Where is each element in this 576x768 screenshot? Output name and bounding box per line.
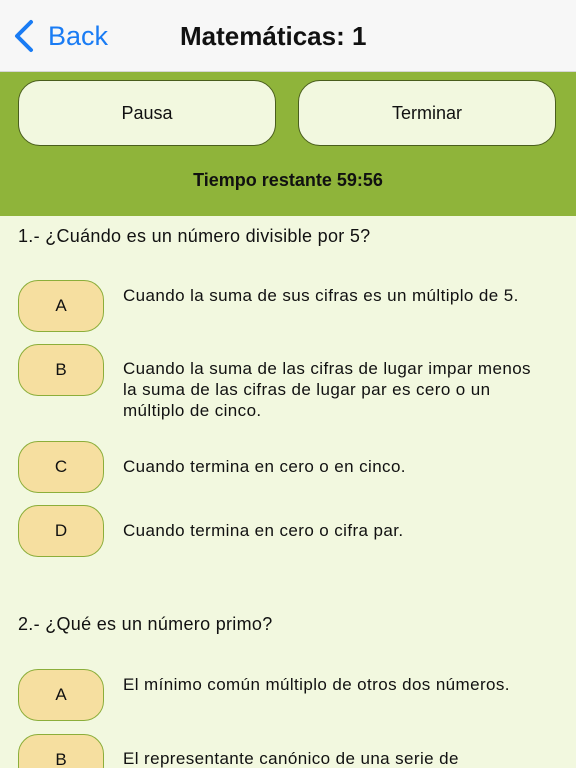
answer-d-text: Cuando termina en cero o cifra par. [123, 521, 404, 540]
answer-a-text: Cuando la suma de sus cifras es un múlti… [123, 286, 519, 305]
answer-a-text: El mínimo común múltiplo de otros dos nú… [123, 675, 510, 694]
answer-a-button[interactable]: A [18, 280, 104, 332]
back-label: Back [48, 21, 109, 51]
chevron-left-icon [12, 19, 36, 53]
answer-a-button[interactable]: A [18, 669, 104, 721]
answer-d-button[interactable]: D [18, 505, 104, 557]
answer-c-button[interactable]: C [18, 441, 104, 493]
navigation-bar: Back Matemáticas: 1 [0, 0, 576, 72]
back-button[interactable]: Back [12, 18, 108, 54]
answer-b-button[interactable]: B [18, 734, 104, 768]
time-remaining: Tiempo restante 59:56 [193, 170, 383, 190]
quiz-content[interactable]: 1.- ¿Cuándo es un número divisible por 5… [0, 216, 576, 768]
pause-button[interactable]: Pausa [18, 80, 276, 146]
answer-b-text: El representante canónico de una serie d… [123, 749, 459, 768]
answer-b-button[interactable]: B [18, 344, 104, 396]
answer-c-text: Cuando termina en cero o en cinco. [123, 457, 406, 476]
answer-b-text: Cuando la suma de las cifras de lugar im… [123, 359, 531, 420]
page-title: Matemáticas: 1 [180, 21, 367, 51]
question-2-text: 2.- ¿Qué es un número primo? [18, 614, 273, 634]
control-bar: Pausa Terminar Tiempo restante 59:56 [0, 72, 576, 216]
question-1-text: 1.- ¿Cuándo es un número divisible por 5… [18, 226, 371, 246]
finish-button[interactable]: Terminar [298, 80, 556, 146]
